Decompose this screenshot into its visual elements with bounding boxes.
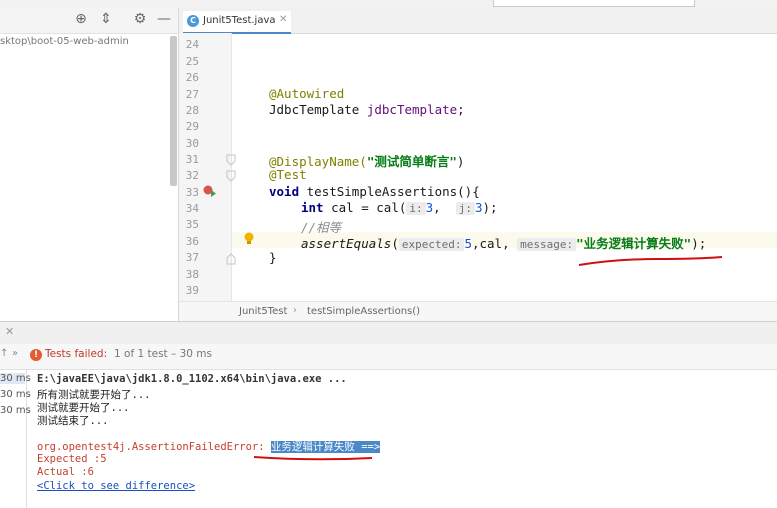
arrow-up-icon[interactable]: ↑: [0, 348, 8, 359]
underline-annotation: [253, 456, 373, 461]
project-root-path[interactable]: sktop\boot-05-web-admin: [0, 36, 129, 47]
param-hint: expected:: [398, 238, 465, 251]
code-punct: ): [456, 154, 465, 169]
line-number: 27: [185, 88, 199, 101]
code-string: "业务逻辑计算失败": [576, 236, 692, 251]
run-gutter-icon[interactable]: [203, 185, 217, 197]
line-number: 28: [185, 104, 199, 117]
code-keyword: int: [301, 200, 332, 215]
code-line-34[interactable]: int cal = cal(i: 3, j: 3);: [301, 200, 498, 215]
bulb-icon[interactable]: [243, 232, 255, 246]
param-hint: i:: [406, 202, 426, 215]
breadcrumb-method[interactable]: testSimpleAssertions(): [307, 306, 420, 317]
console-actual: Actual :6: [37, 466, 94, 478]
code-text: cal = cal(: [331, 200, 407, 215]
code-text: ,cal,: [471, 236, 518, 251]
tab-label: Junit5Test.java: [203, 15, 276, 26]
code-punct: ;: [457, 102, 465, 117]
test-timing[interactable]: 30 ms: [0, 405, 31, 416]
project-scrollbar[interactable]: [170, 36, 177, 186]
breadcrumb-class[interactable]: Junit5Test: [239, 306, 287, 317]
code-line-32[interactable]: @Test: [269, 167, 307, 182]
code-type: JdbcTemplate: [269, 102, 367, 117]
minimize-icon[interactable]: —: [156, 11, 172, 27]
line-number: 36: [185, 235, 199, 248]
param-hint: j:: [455, 202, 475, 215]
line-number: 39: [185, 284, 199, 297]
tests-failed-label: Tests failed:: [45, 348, 108, 360]
code-line-28[interactable]: JdbcTemplate jdbcTemplate;: [269, 102, 465, 117]
code-line-37[interactable]: }: [269, 250, 277, 265]
line-number: 37: [185, 251, 199, 264]
code-method-decl: testSimpleAssertions(){: [306, 184, 480, 199]
code-punct: ,: [433, 200, 456, 215]
code-field: jdbcTemplate: [366, 102, 458, 117]
underline-annotation: [578, 256, 723, 266]
line-number: 31: [185, 153, 199, 166]
close-icon[interactable]: ✕: [5, 325, 14, 338]
code-line-27[interactable]: @Autowired: [269, 86, 344, 101]
close-icon[interactable]: ✕: [279, 14, 287, 25]
fail-icon: !: [30, 349, 42, 361]
java-class-icon: C: [187, 15, 199, 27]
run-tool-header: ✕: [0, 321, 777, 345]
console-command: E:\javaEE\java\jdk1.8.0_1102.x64\bin\jav…: [37, 373, 347, 385]
line-number: 25: [185, 55, 199, 68]
test-timing[interactable]: 30 ms: [0, 389, 31, 400]
fold-icon[interactable]: [226, 154, 236, 166]
param-hint: message:: [517, 238, 577, 251]
line-number: 35: [185, 218, 199, 231]
code-number: 3: [474, 200, 483, 215]
target-icon[interactable]: ⊕: [73, 11, 89, 27]
test-timing[interactable]: 30 ms: [0, 373, 31, 384]
console-expected: Expected :5: [37, 453, 107, 465]
gear-icon[interactable]: ⚙: [132, 11, 148, 27]
line-number: 38: [185, 268, 199, 281]
code-punct: );: [482, 200, 498, 215]
line-number: 29: [185, 120, 199, 133]
code-punct: (: [391, 236, 399, 251]
editor-tab-junit5test[interactable]: C Junit5Test.java ✕: [183, 11, 291, 34]
line-number: 26: [185, 71, 199, 84]
code-line-36[interactable]: assertEquals(expected: 5,cal, message: "业务…: [301, 233, 706, 252]
breadcrumb: Junit5Test › testSimpleAssertions(): [179, 301, 777, 322]
line-number: 24: [185, 38, 199, 51]
project-panel: [0, 8, 179, 321]
error-class: org.opentest4j.AssertionFailedError:: [37, 441, 271, 453]
line-number: 33: [185, 186, 199, 199]
line-number: 34: [185, 202, 199, 215]
tests-count-label: 1 of 1 test – 30 ms: [114, 348, 212, 360]
code-method-call: assertEquals: [301, 236, 392, 251]
line-number: 32: [185, 169, 199, 182]
project-toolbar: [0, 8, 178, 34]
line-number: 30: [185, 137, 199, 150]
code-keyword: void: [269, 184, 307, 199]
fold-icon[interactable]: [226, 170, 236, 182]
console-line: 测试结束了...: [37, 415, 109, 427]
search-everywhere-field[interactable]: [493, 0, 695, 7]
expand-icon[interactable]: »: [12, 348, 18, 359]
fold-icon[interactable]: [226, 253, 236, 265]
collapse-icon[interactable]: ⇕: [98, 11, 114, 27]
code-number: 5: [464, 236, 472, 251]
see-difference-link[interactable]: <Click to see difference>: [37, 480, 195, 492]
code-punct: );: [691, 236, 707, 251]
code-string: "测试简单断言": [366, 154, 457, 169]
code-line-33[interactable]: void testSimpleAssertions(){: [269, 184, 480, 199]
chevron-right-icon: ›: [293, 305, 297, 316]
